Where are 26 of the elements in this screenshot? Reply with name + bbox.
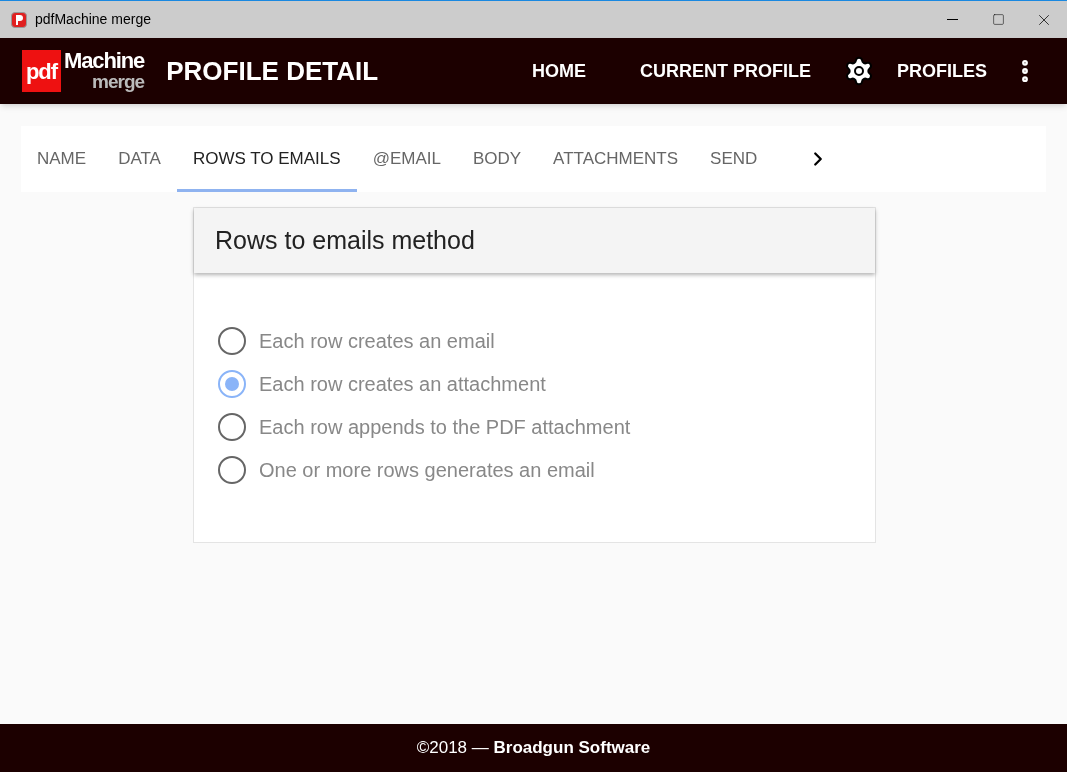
tab[interactable]: DATA — [102, 126, 177, 192]
tab[interactable]: NAME — [21, 126, 103, 192]
tab[interactable]: ATTACHMENTS — [537, 126, 695, 192]
maximize-icon — [991, 13, 1005, 26]
radio-button[interactable] — [218, 327, 246, 355]
radio-button[interactable] — [218, 456, 246, 484]
radio-button[interactable] — [218, 370, 246, 398]
radio-label: Each row creates an email — [259, 329, 495, 354]
card-title: Rows to emails method — [215, 224, 475, 256]
tab[interactable]: ROWS TO EMAILS — [176, 126, 357, 192]
app-icon — [11, 11, 27, 28]
settings-icon[interactable] — [843, 55, 875, 87]
radio-button[interactable] — [218, 413, 246, 441]
tab[interactable]: BODY — [456, 126, 538, 192]
minimize-icon — [946, 19, 958, 20]
window-title: pdfMachine merge — [35, 10, 151, 29]
nav-link[interactable]: CURRENT PROFILE — [613, 49, 838, 93]
footer-text: ©2018 — Broadgun Software — [416, 737, 651, 760]
radio-label: Each row creates an attachment — [259, 372, 546, 397]
nav-link[interactable]: HOME — [505, 49, 613, 93]
tab[interactable]: SEND — [694, 126, 774, 192]
page-title: PROFILE DETAIL — [166, 54, 379, 88]
tab[interactable]: @EMAIL — [356, 126, 457, 192]
radio-label: One or more rows generates an email — [259, 458, 595, 483]
radio-label: Each row appends to the PDF attachment — [259, 415, 631, 440]
profiles-link[interactable]: PROFILES — [897, 49, 987, 93]
